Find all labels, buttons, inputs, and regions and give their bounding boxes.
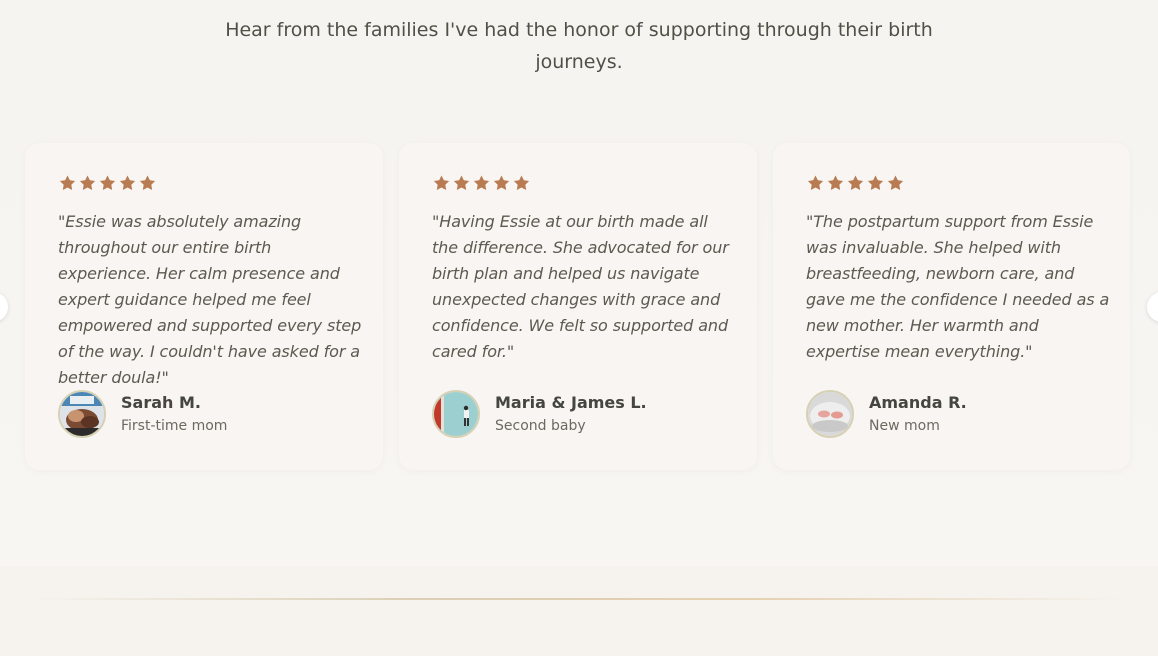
testimonial-author: Maria & James L. Second baby	[432, 390, 647, 438]
star-icon	[59, 175, 76, 190]
author-role: New mom	[869, 417, 940, 434]
star-icon	[827, 175, 844, 190]
testimonial-card: "The postpartum support from Essie was i…	[773, 143, 1130, 470]
testimonials-section: Hear from the families I've had the hono…	[0, 0, 1158, 656]
star-rating	[58, 174, 157, 194]
author-name: Maria & James L.	[495, 392, 647, 412]
star-rating	[806, 174, 905, 194]
testimonial-author: Sarah M. First-time mom	[58, 390, 227, 438]
section-intro: Hear from the families I've had the hono…	[0, 14, 1158, 78]
star-icon	[139, 175, 156, 190]
star-icon	[513, 175, 530, 190]
testimonial-quote: "The postpartum support from Essie was i…	[806, 212, 1110, 361]
star-icon	[453, 175, 470, 190]
testimonial-card: "Essie was absolutely amazing throughout…	[25, 143, 383, 470]
testimonial-quote: "Essie was absolutely amazing throughout…	[58, 212, 362, 387]
section-divider	[25, 598, 1133, 600]
star-icon	[493, 175, 510, 190]
avatar	[58, 390, 106, 438]
author-name: Amanda R.	[869, 392, 967, 412]
testimonial-quote: "Having Essie at our birth made all the …	[432, 212, 729, 361]
author-name: Sarah M.	[121, 392, 201, 412]
testimonial-author: Amanda R. New mom	[806, 390, 967, 438]
carousel-prev-button[interactable]	[0, 292, 8, 322]
star-icon	[79, 175, 96, 190]
star-icon	[119, 175, 136, 190]
star-icon	[847, 175, 864, 190]
author-role: Second baby	[495, 417, 586, 434]
star-icon	[887, 175, 904, 190]
star-icon	[473, 175, 490, 190]
star-rating	[432, 174, 531, 194]
carousel-next-button[interactable]	[1147, 292, 1158, 322]
avatar	[806, 390, 854, 438]
star-icon	[807, 175, 824, 190]
footer-band	[0, 566, 1158, 656]
star-icon	[99, 175, 116, 190]
avatar	[432, 390, 480, 438]
testimonial-card: "Having Essie at our birth made all the …	[399, 143, 757, 470]
intro-text: Hear from the families I've had the hono…	[225, 19, 933, 73]
star-icon	[433, 175, 450, 190]
author-role: First-time mom	[121, 417, 228, 434]
star-icon	[867, 175, 884, 190]
